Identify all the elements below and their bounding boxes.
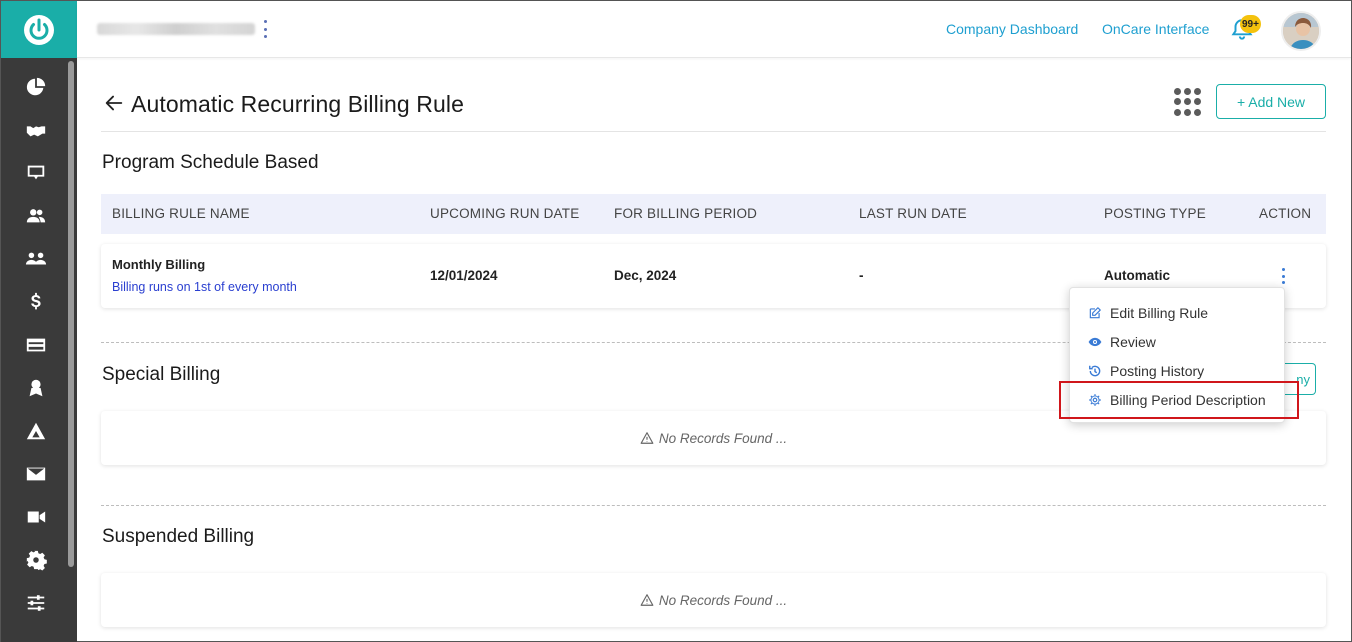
sidebar-scrollbar[interactable] <box>68 61 74 567</box>
history-icon <box>1089 365 1101 377</box>
monitor-icon <box>27 165 45 179</box>
empty-message: No Records Found ... <box>658 430 788 446</box>
award-icon <box>29 379 43 396</box>
sidebar-item-screen[interactable] <box>1 151 71 194</box>
sidebar-item-settings[interactable] <box>1 538 71 581</box>
notification-badge: 99+ <box>1240 15 1261 33</box>
oncare-interface-link[interactable]: OnCare Interface <box>1102 21 1209 37</box>
menu-item-label: Edit Billing Rule <box>1110 305 1209 321</box>
pie-chart-icon <box>26 77 46 95</box>
user-avatar-icon <box>1283 13 1319 49</box>
suspended-billing-title: Suspended Billing <box>102 526 255 547</box>
upcoming-run-date: 12/01/2024 <box>430 268 498 283</box>
tent-icon <box>26 422 46 439</box>
sidebar <box>1 1 77 642</box>
sidebar-item-groups[interactable] <box>1 237 71 280</box>
column-posting-type: POSTING TYPE <box>1104 206 1206 221</box>
sidebar-item-payments[interactable] <box>1 323 71 366</box>
column-billing-period: FOR BILLING PERIOD <box>614 206 758 221</box>
apps-grid-button[interactable] <box>1174 88 1202 116</box>
warning-icon <box>640 432 654 444</box>
menu-item-label: Posting History <box>1110 363 1205 379</box>
sidebar-nav <box>1 65 71 624</box>
dollar-icon <box>31 292 41 309</box>
organization-name-blurred <box>97 23 255 35</box>
menu-item-edit-billing-rule[interactable]: Edit Billing Rule <box>1088 302 1208 324</box>
highlight-box <box>1059 381 1299 419</box>
video-icon <box>27 511 46 522</box>
sidebar-item-dashboard[interactable] <box>1 65 71 108</box>
sidebar-item-awards[interactable] <box>1 366 71 409</box>
sidebar-item-camp[interactable] <box>1 409 71 452</box>
sliders-icon <box>27 594 45 611</box>
handshake-icon <box>26 125 46 136</box>
sidebar-item-partners[interactable] <box>1 108 71 151</box>
program-schedule-title: Program Schedule Based <box>102 152 319 173</box>
sidebar-item-messages[interactable] <box>1 452 71 495</box>
eye-icon <box>1088 337 1102 347</box>
sidebar-item-billing[interactable] <box>1 280 71 323</box>
rule-name: Monthly Billing <box>112 257 206 272</box>
posting-type: Automatic <box>1104 268 1171 283</box>
menu-item-posting-history[interactable]: Posting History <box>1088 360 1204 382</box>
top-bar: Company Dashboard OnCare Interface 99+ <box>77 1 1351 58</box>
sidebar-item-users[interactable] <box>1 194 71 237</box>
empty-message: No Records Found ... <box>658 592 788 608</box>
power-logo-icon <box>24 14 54 45</box>
column-upcoming-run-date: UPCOMING RUN DATE <box>430 206 580 221</box>
credit-card-icon <box>26 338 46 351</box>
sidebar-item-video[interactable] <box>1 495 71 538</box>
edit-icon <box>1089 307 1101 319</box>
billing-period: Dec, 2024 <box>614 268 677 283</box>
menu-item-label: Review <box>1110 334 1156 350</box>
users-icon <box>26 208 46 222</box>
suspended-billing-empty: No Records Found ... <box>101 573 1326 627</box>
column-last-run-date: LAST RUN DATE <box>859 206 967 221</box>
group-icon <box>25 252 47 264</box>
menu-item-review[interactable]: Review <box>1088 331 1156 353</box>
title-divider <box>101 131 1326 132</box>
company-dashboard-link[interactable]: Company Dashboard <box>946 21 1078 37</box>
sidebar-item-preferences[interactable] <box>1 581 71 624</box>
special-billing-title: Special Billing <box>102 364 221 385</box>
gear-icon <box>26 550 47 571</box>
last-run-date: - <box>859 268 864 283</box>
column-action: ACTION <box>1259 206 1312 221</box>
billing-table-header: BILLING RULE NAME UPCOMING RUN DATE FOR … <box>101 194 1326 234</box>
organization-menu-button[interactable] <box>261 20 269 38</box>
column-billing-rule-name: BILLING RULE NAME <box>112 206 250 221</box>
mail-icon <box>26 467 46 480</box>
page-title: Automatic Recurring Billing Rule <box>131 91 465 117</box>
app-logo[interactable] <box>1 1 77 58</box>
warning-icon <box>640 594 654 606</box>
back-arrow-icon[interactable] <box>103 92 125 114</box>
avatar[interactable] <box>1281 11 1321 51</box>
add-new-button[interactable]: + Add New <box>1216 84 1326 119</box>
rule-description: Billing runs on 1st of every month <box>112 280 297 294</box>
section-divider <box>101 505 1326 506</box>
row-action-menu-button[interactable] <box>1279 268 1287 284</box>
